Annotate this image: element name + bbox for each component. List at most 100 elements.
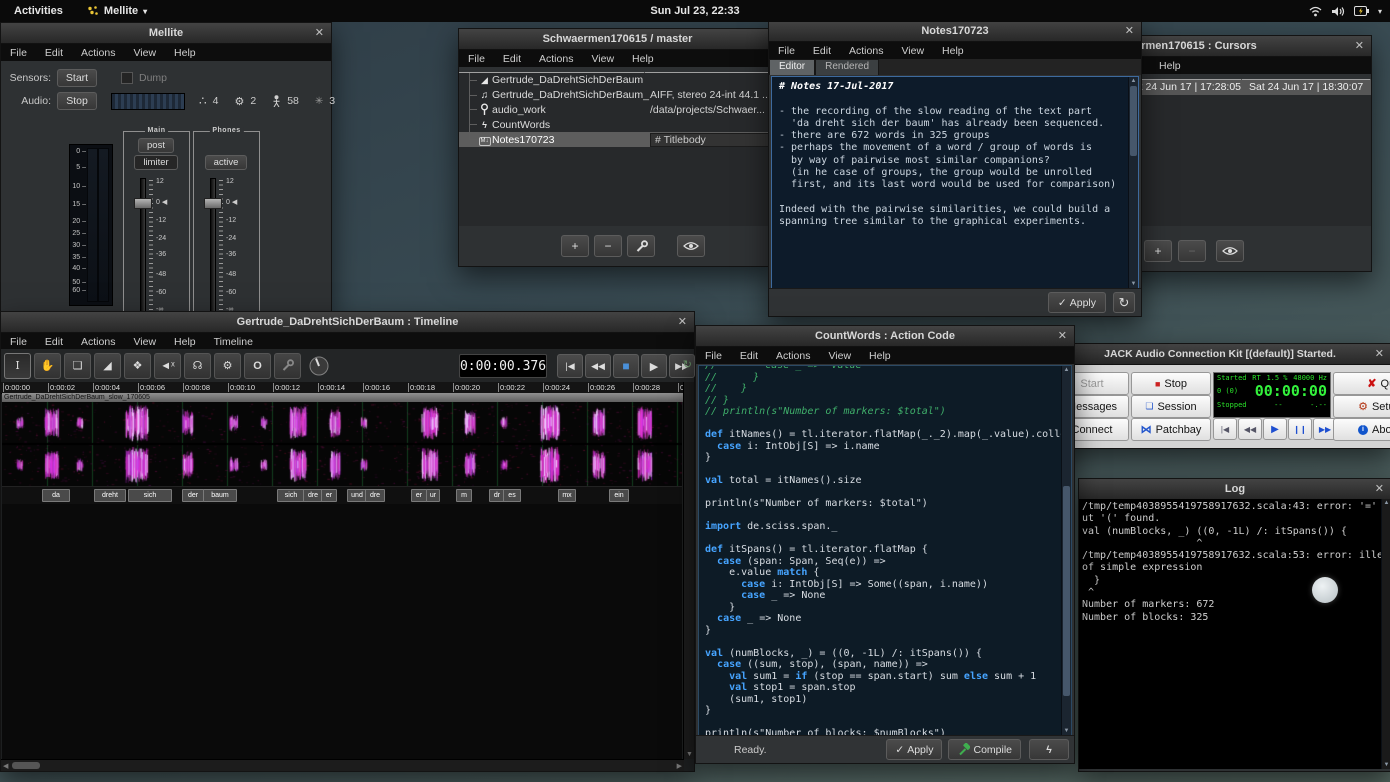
table-row[interactable]: audio_work/data/projects/Schwaer... [459,103,776,118]
close-icon[interactable]: ✕ [1125,21,1134,41]
menu-item-help[interactable]: Help [623,53,663,65]
menu-item-file[interactable]: File [1,47,36,59]
menu-item-file[interactable]: File [1,336,36,348]
action-flash-button[interactable]: ϟ [1029,739,1069,760]
word-region[interactable]: ur [426,489,440,502]
menu-item-actions[interactable]: Actions [72,336,124,348]
word-region[interactable]: baum [203,489,237,502]
word-region[interactable]: dreht [94,489,126,502]
jack-setup-button[interactable]: ⚙Setup... [1333,395,1390,418]
menu-item-view[interactable]: View [892,45,933,57]
apply-button[interactable]: ✓ Apply [1048,292,1106,313]
log-output[interactable]: /tmp/temp4038955419758917632.scala:43: e… [1079,499,1390,769]
workspace-titlebar[interactable]: Schwaermen170615 / master [459,29,776,50]
close-icon[interactable]: ✕ [678,312,687,332]
word-region[interactable]: m [456,489,472,502]
jack-rewind-button[interactable]: ◀◀ [1238,418,1262,440]
scroll-up-icon[interactable]: ▲ [1382,500,1390,506]
scroll-down-icon[interactable]: ▼ [686,751,693,758]
rewind-button[interactable]: ◀◀ [585,354,611,378]
tab-editor[interactable]: Editor [769,59,815,75]
edit-button[interactable] [627,235,655,257]
patch-tool[interactable] [274,353,301,379]
scroll-down-icon[interactable]: ▼ [1129,281,1138,287]
menu-item-help[interactable]: Help [860,350,900,362]
audio-stop-button[interactable]: Stop [57,92,97,110]
menu-item-view[interactable]: View [124,47,165,59]
activities-button[interactable]: Activities [0,5,77,17]
close-icon[interactable]: ✕ [1058,326,1067,346]
post-button[interactable]: post [138,138,174,153]
play-button[interactable]: ▶ [641,354,667,378]
fader-thumb[interactable] [134,198,152,209]
log-scrollbar[interactable]: ▲ ▼ [1381,499,1390,769]
view-button[interactable] [677,235,705,257]
refresh-button[interactable]: ↻ [1113,292,1135,313]
track-name-bar[interactable]: Gertrude_DaDrehtSichDerBaum_slow_170605 [2,393,684,402]
active-button[interactable]: active [205,155,247,170]
word-region[interactable]: dre [365,489,385,502]
add-button[interactable]: + [561,235,589,257]
compile-button[interactable]: Compile [948,739,1021,760]
menu-item-edit[interactable]: Edit [36,47,72,59]
menu-item-edit[interactable]: Edit [731,350,767,362]
menu-item-actions[interactable]: Actions [767,350,819,362]
word-region[interactable]: und [347,489,367,502]
move-tool[interactable]: ❖ [124,353,151,379]
jack-play-button[interactable]: ▶ [1263,418,1287,440]
menu-item-edit[interactable]: Edit [804,45,840,57]
menu-item-actions[interactable]: Actions [840,45,892,57]
code-scrollbar[interactable]: ▲ ▼ [1061,366,1071,735]
fader-thumb[interactable] [204,198,222,209]
jack-titlebar[interactable]: JACK Audio Connection Kit [(default)] St… [1049,344,1390,365]
remove-button[interactable]: − [594,235,622,257]
solo-tool[interactable]: O [244,353,271,379]
sensors-start-button[interactable]: Start [57,69,97,87]
menu-item-file[interactable]: File [459,53,494,65]
menu-item-actions[interactable]: Actions [72,47,124,59]
vertical-scrollbar[interactable]: ▼ [683,382,694,759]
scroll-up-icon[interactable]: ▲ [1129,78,1138,84]
jack-backward-button[interactable]: |◀ [1213,418,1237,440]
close-icon[interactable]: ✕ [1375,479,1384,499]
menu-item-view[interactable]: View [124,336,165,348]
battery-icon[interactable] [1354,6,1369,16]
table-row[interactable]: ϟCountWords [459,117,776,132]
tray-chevron-icon[interactable]: ▾ [1378,7,1382,16]
apply-button[interactable]: ✓ Apply [886,739,942,760]
notes-editor[interactable]: # Notes 17-Jul-2017 - the recording of t… [771,76,1139,289]
menu-item-help[interactable]: Help [165,47,205,59]
table-row[interactable]: ♫Gertrude_DaDrehtSichDerBaum_...AIFF, st… [459,88,776,103]
timeline-titlebar[interactable]: Gertrude_DaDrehtSichDerBaum : Timeline ✕ [1,312,694,333]
word-region[interactable]: sich [128,489,172,502]
word-region[interactable]: er [411,489,427,502]
go-to-start-button[interactable]: |◀ [557,354,583,378]
menu-item-edit[interactable]: Edit [36,336,72,348]
table-row[interactable]: M↓Notes170723# Titlebody [459,132,776,147]
limiter-button[interactable]: limiter [134,155,178,170]
countwords-titlebar[interactable]: CountWords : Action Code ✕ [696,326,1074,347]
word-region[interactable]: der [182,489,204,502]
menu-item-view[interactable]: View [582,53,623,65]
word-region[interactable]: mx [558,489,576,502]
dump-checkbox[interactable] [121,72,133,84]
word-region[interactable]: ein [609,489,629,502]
audition-tool[interactable]: ☊ [184,353,211,379]
scroll-right-icon[interactable]: ▶ [677,762,682,770]
jack-patchbay-button[interactable]: ⋈Patchbay [1131,418,1211,441]
horizontal-scrollbar[interactable]: ◀ ▶ [1,759,684,771]
log-titlebar[interactable]: Log ✕ [1079,479,1390,500]
menu-item-view[interactable]: View [819,350,860,362]
menu-item-actions[interactable]: Actions [530,53,582,65]
word-region[interactable]: er [321,489,337,502]
mute-tool[interactable]: ◄ˣ [154,353,181,379]
notes-scrollbar[interactable]: ▲ ▼ [1128,77,1138,288]
clock[interactable]: Sun Jul 23, 22:33 [0,5,1390,17]
word-region[interactable]: sich [277,489,305,502]
table-row[interactable]: ◢Gertrude_DaDrehtSichDerBaum [459,73,776,88]
jack-stop-button[interactable]: ■Stop [1131,372,1211,395]
code-editor[interactable]: // case _ => value // } // } // } // pri… [698,365,1072,736]
waveform-region[interactable] [2,402,682,487]
menu-item-help[interactable]: Help [1150,60,1190,72]
stop-button[interactable]: ■ [613,354,639,378]
